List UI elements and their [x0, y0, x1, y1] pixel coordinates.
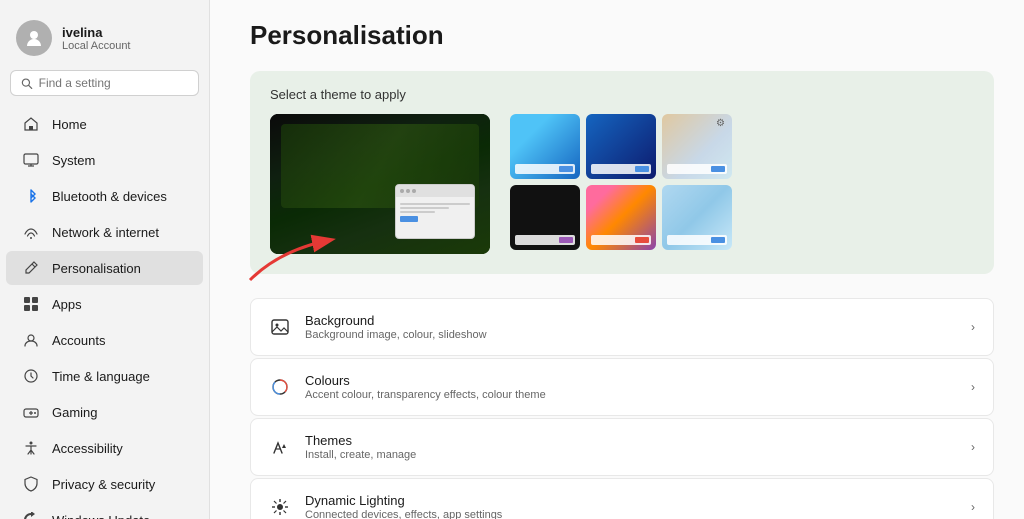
- chevron-right-icon-colours: ›: [971, 380, 975, 394]
- theme-section: Select a theme to apply: [250, 71, 994, 274]
- theme-thumb-4[interactable]: [510, 185, 580, 250]
- sidebar-item-bluetooth[interactable]: Bluetooth & devices: [6, 179, 203, 213]
- settings-desc-background: Background image, colour, slideshow: [305, 329, 957, 341]
- sidebar-item-accessibility[interactable]: Accessibility: [6, 431, 203, 465]
- chevron-right-icon: ›: [971, 320, 975, 334]
- sidebar-label-accessibility: Accessibility: [52, 441, 123, 456]
- settings-desc-themes: Install, create, manage: [305, 449, 957, 461]
- theme-thumb-6[interactable]: [662, 185, 732, 250]
- sidebar-item-privacy[interactable]: Privacy & security: [6, 467, 203, 501]
- settings-title-dynamic-lighting: Dynamic Lighting: [305, 493, 957, 508]
- settings-title-colours: Colours: [305, 373, 957, 388]
- privacy-icon: [22, 475, 40, 493]
- settings-item-themes[interactable]: Themes Install, create, manage ›: [250, 418, 994, 476]
- bluetooth-icon: [22, 187, 40, 205]
- network-icon: [22, 223, 40, 241]
- page-title: Personalisation: [250, 20, 994, 51]
- time-icon: [22, 367, 40, 385]
- sidebar-item-home[interactable]: Home: [6, 107, 203, 141]
- user-type: Local Account: [62, 40, 131, 52]
- sidebar-label-bluetooth: Bluetooth & devices: [52, 189, 167, 204]
- theme-thumbnails: ⚙: [510, 114, 732, 250]
- theme-thumb-1[interactable]: [510, 114, 580, 179]
- colours-icon: [269, 376, 291, 398]
- system-icon: [22, 151, 40, 169]
- search-icon: [21, 77, 33, 90]
- image-icon: [269, 316, 291, 338]
- gaming-icon: [22, 403, 40, 421]
- sidebar-label-time: Time & language: [52, 369, 150, 384]
- sidebar-item-accounts[interactable]: Accounts: [6, 323, 203, 357]
- settings-desc-colours: Accent colour, transparency effects, col…: [305, 389, 957, 401]
- settings-item-background[interactable]: Background Background image, colour, sli…: [250, 298, 994, 356]
- chevron-right-icon-lighting: ›: [971, 500, 975, 514]
- main-content: Personalisation Select a theme to apply: [210, 0, 1024, 519]
- theme-grid: ⚙: [270, 114, 974, 254]
- theme-thumb-2[interactable]: [586, 114, 656, 179]
- sidebar-label-update: Windows Update: [52, 513, 150, 519]
- lighting-icon: [269, 496, 291, 518]
- search-box[interactable]: [10, 70, 199, 96]
- sidebar-label-system: System: [52, 153, 95, 168]
- settings-list: Background Background image, colour, sli…: [250, 298, 994, 519]
- accounts-icon: [22, 331, 40, 349]
- settings-title-background: Background: [305, 313, 957, 328]
- settings-desc-dynamic-lighting: Connected devices, effects, app settings: [305, 509, 957, 519]
- sidebar-item-gaming[interactable]: Gaming: [6, 395, 203, 429]
- user-profile[interactable]: ivelina Local Account: [0, 10, 209, 70]
- theme-thumb-3[interactable]: ⚙: [662, 114, 732, 179]
- sidebar: ivelina Local Account Home System Blueto…: [0, 0, 210, 519]
- sidebar-item-windows-update[interactable]: Windows Update: [6, 503, 203, 519]
- sidebar-label-privacy: Privacy & security: [52, 477, 155, 492]
- settings-title-themes: Themes: [305, 433, 957, 448]
- search-input[interactable]: [39, 76, 188, 90]
- settings-item-dynamic-lighting[interactable]: Dynamic Lighting Connected devices, effe…: [250, 478, 994, 519]
- sidebar-item-apps[interactable]: Apps: [6, 287, 203, 321]
- theme-thumb-5[interactable]: [586, 185, 656, 250]
- settings-item-colours[interactable]: Colours Accent colour, transparency effe…: [250, 358, 994, 416]
- sidebar-label-accounts: Accounts: [52, 333, 105, 348]
- sidebar-label-apps: Apps: [52, 297, 82, 312]
- home-icon: [22, 115, 40, 133]
- sidebar-label-home: Home: [52, 117, 87, 132]
- gear-icon: ⚙: [716, 118, 728, 130]
- chevron-right-icon-themes: ›: [971, 440, 975, 454]
- theme-large-preview[interactable]: [270, 114, 490, 254]
- sidebar-item-time[interactable]: Time & language: [6, 359, 203, 393]
- sidebar-label-gaming: Gaming: [52, 405, 98, 420]
- themes-icon: [269, 436, 291, 458]
- personalisation-icon: [22, 259, 40, 277]
- sidebar-item-system[interactable]: System: [6, 143, 203, 177]
- avatar: [16, 20, 52, 56]
- user-name: ivelina: [62, 25, 131, 40]
- sidebar-item-network[interactable]: Network & internet: [6, 215, 203, 249]
- update-icon: [22, 511, 40, 519]
- sidebar-item-personalisation[interactable]: Personalisation: [6, 251, 203, 285]
- sidebar-label-network: Network & internet: [52, 225, 159, 240]
- apps-icon: [22, 295, 40, 313]
- main-wrapper: Personalisation Select a theme to apply: [210, 0, 1024, 519]
- sidebar-label-personalisation: Personalisation: [52, 261, 141, 276]
- theme-label: Select a theme to apply: [270, 87, 974, 102]
- accessibility-icon: [22, 439, 40, 457]
